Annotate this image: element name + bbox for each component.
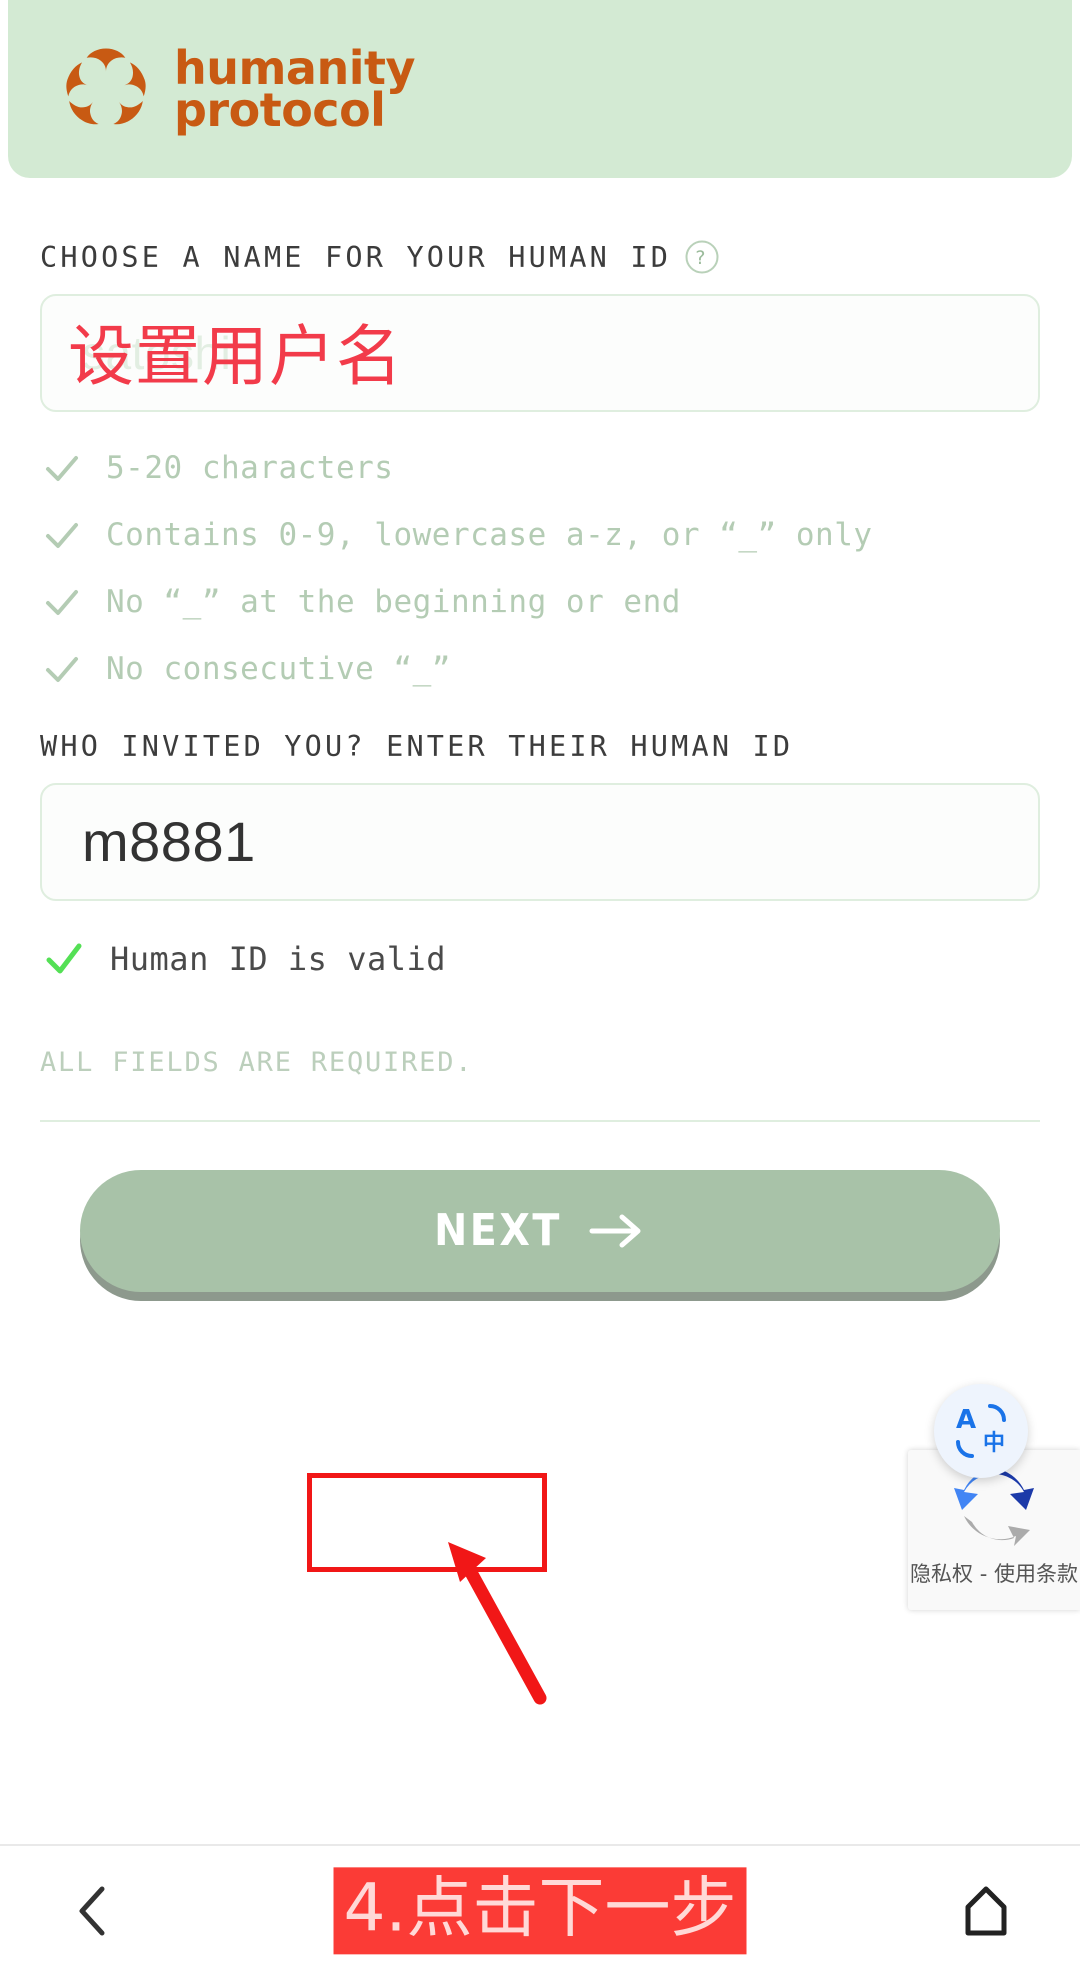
main-content: CHOOSE A NAME FOR YOUR HUMAN ID ? satosh… xyxy=(0,178,1080,1844)
annotation-arrow-icon xyxy=(448,1542,547,1705)
step-annotation: 4.点击下一步 xyxy=(333,1867,747,1955)
check-icon xyxy=(46,657,78,683)
translate-icon: A 中 xyxy=(956,1404,1006,1458)
validation-status: Human ID is valid xyxy=(40,935,1040,983)
name-field-label-row: CHOOSE A NAME FOR YOUR HUMAN ID ? xyxy=(40,240,1040,274)
inviter-field-label: WHO INVITED YOU? ENTER THEIR HUMAN ID xyxy=(40,729,794,763)
inviter-input[interactable]: m8881 xyxy=(40,782,1040,901)
rule-item: Contains 0-9, lowercase a-z, or “_” only xyxy=(40,513,1040,558)
name-input[interactable]: satoshi 设置用户名 xyxy=(40,294,1040,412)
inviter-input-value: m8881 xyxy=(82,810,256,874)
svg-text:A: A xyxy=(956,1405,976,1435)
brand-line-2: protocol xyxy=(174,83,386,137)
rule-label: No consecutive “_” xyxy=(106,650,451,687)
next-button-label: NEXT xyxy=(434,1205,562,1257)
question-mark-icon[interactable]: ? xyxy=(685,240,719,274)
app-header: humanity protocol xyxy=(8,0,1072,178)
rule-label: No “_” at the beginning or end xyxy=(106,583,681,620)
validation-status-label: Human ID is valid xyxy=(110,939,447,978)
rule-item: No “_” at the beginning or end xyxy=(40,580,1040,625)
arrow-right-icon xyxy=(589,1214,641,1248)
system-navbar: 4.点击下一步 xyxy=(0,1844,1080,1976)
username-rules-list: 5-20 characters Contains 0-9, lowercase … xyxy=(40,446,1040,692)
svg-text:?: ? xyxy=(695,247,708,269)
next-button-highlight xyxy=(307,1473,547,1572)
check-icon xyxy=(46,943,82,974)
humanity-protocol-logo-icon xyxy=(66,48,146,125)
rule-item: 5-20 characters xyxy=(40,446,1040,491)
required-fields-note: ALL FIELDS ARE REQUIRED. xyxy=(40,1046,474,1078)
check-icon xyxy=(46,590,78,616)
home-icon[interactable] xyxy=(960,1883,1012,1939)
chevron-left-icon[interactable] xyxy=(68,1883,120,1939)
rule-label: Contains 0-9, lowercase a-z, or “_” only xyxy=(106,516,873,553)
inviter-field-label-row: WHO INVITED YOU? ENTER THEIR HUMAN ID xyxy=(40,730,1040,763)
svg-text:中: 中 xyxy=(983,1431,1005,1456)
app-root: humanity protocol CHOOSE A NAME FOR YOUR… xyxy=(0,0,1080,1976)
brand-logo[interactable]: humanity protocol xyxy=(60,43,415,135)
next-button[interactable]: NEXT xyxy=(80,1169,1000,1292)
recaptcha-logo-icon xyxy=(954,1468,1034,1546)
rule-item: No consecutive “_” xyxy=(40,647,1040,692)
check-icon xyxy=(46,456,78,482)
translate-button[interactable]: A 中 xyxy=(934,1384,1028,1478)
brand-wordmark: humanity protocol xyxy=(174,45,415,137)
name-input-placeholder: satoshi xyxy=(82,327,232,379)
rule-label: 5-20 characters xyxy=(106,450,394,486)
action-bar: NEXT xyxy=(40,1122,1040,1292)
check-icon xyxy=(46,523,78,549)
name-field-label: CHOOSE A NAME FOR YOUR HUMAN ID xyxy=(40,240,672,274)
recaptcha-links[interactable]: 隐私权 - 使用条款 xyxy=(910,1558,1078,1588)
